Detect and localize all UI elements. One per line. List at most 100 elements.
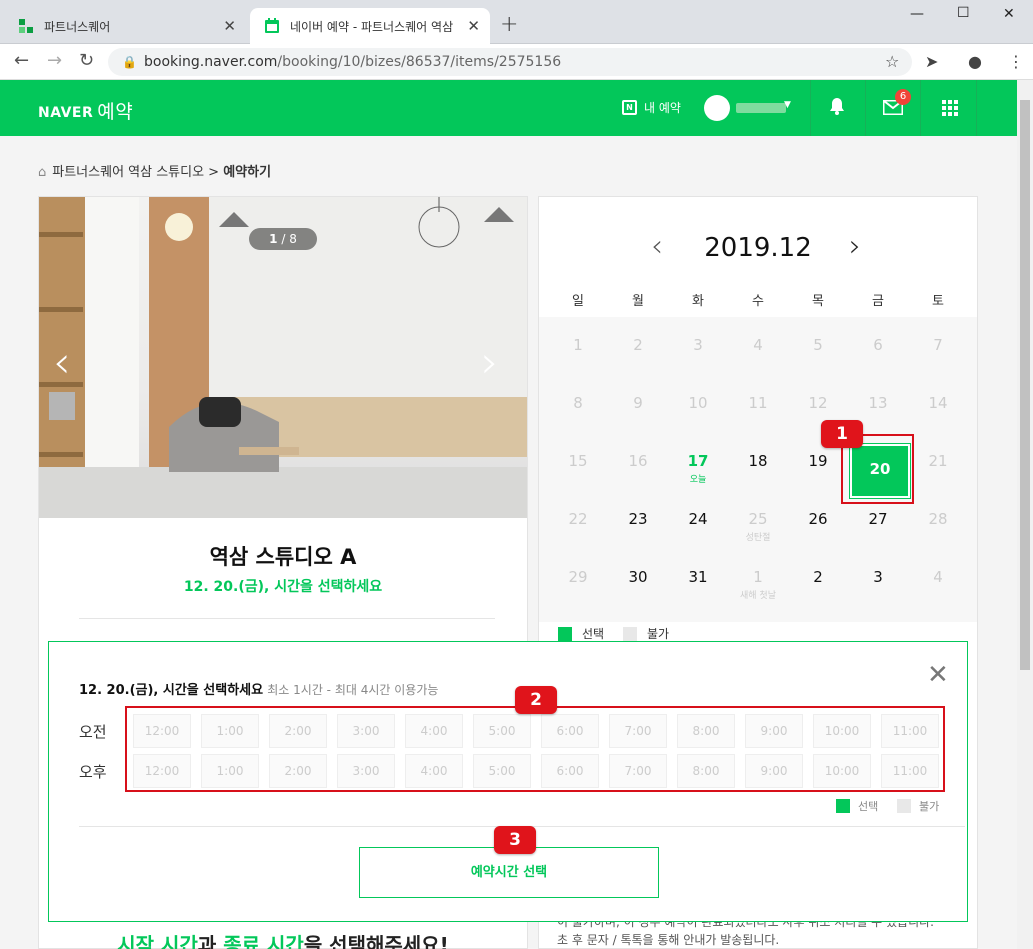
calendar-day[interactable]: 17 오늘 xyxy=(668,452,728,485)
calendar-day: 1 xyxy=(548,336,608,354)
legend-unavailable: 불가 xyxy=(623,625,669,642)
partnersquare-favicon-icon xyxy=(18,18,34,34)
day-number: 8 xyxy=(573,394,583,412)
calendar-day: 4 xyxy=(908,568,968,586)
calendar-day: 15 xyxy=(548,452,608,470)
lock-icon: 🔒 xyxy=(122,55,137,69)
legend-unavailable: 불가 xyxy=(897,798,939,814)
studio-selected-date: 12. 20.(금), 시간을 선택하세요 xyxy=(183,579,383,595)
bookmark-star-icon[interactable]: ☆ xyxy=(885,52,899,71)
back-icon[interactable]: ← xyxy=(14,50,29,71)
legend-label: 불가 xyxy=(919,800,940,813)
day-number: 9 xyxy=(633,394,643,412)
day-number: 25 xyxy=(748,510,768,528)
scrollbar[interactable] xyxy=(1017,80,1033,949)
minimize-window-icon[interactable]: — xyxy=(910,6,924,22)
day-caption: 오늘 xyxy=(689,475,707,485)
calendar-day[interactable]: 24 xyxy=(668,510,728,528)
user-name-blurred[interactable] xyxy=(736,103,786,113)
browser-tab-partnersquare[interactable]: 파트너스퀘어 ✕ xyxy=(4,8,246,44)
forward-icon[interactable]: → xyxy=(47,50,62,71)
popup-title-text: 12. 20.(금), 시간을 선택하세요 xyxy=(79,683,264,698)
day-number: 27 xyxy=(868,510,888,528)
tab-title: 파트너스퀘어 xyxy=(44,19,111,34)
chevron-down-icon[interactable]: ▼ xyxy=(784,100,791,110)
calendar-day: 3 xyxy=(668,336,728,354)
reload-icon[interactable]: ↻ xyxy=(79,50,94,71)
avatar[interactable] xyxy=(704,95,730,121)
day-number: 13 xyxy=(868,394,888,412)
calendar-day[interactable]: 27 xyxy=(848,510,908,528)
bell-icon[interactable] xyxy=(829,97,845,120)
profile-icon[interactable]: ● xyxy=(968,52,982,71)
mail-count-badge: 6 xyxy=(895,89,911,105)
naver-booking-logo[interactable]: NAVER 예약 xyxy=(38,96,133,123)
day-number: 18 xyxy=(748,452,768,470)
day-number: 28 xyxy=(928,510,948,528)
calendar-day: 16 xyxy=(608,452,668,470)
gallery-current: 1 xyxy=(269,232,278,246)
calendar-day[interactable]: 23 xyxy=(608,510,668,528)
address-bar[interactable]: 🔒 booking.naver.com/booking/10/bizes/865… xyxy=(108,48,912,76)
divider xyxy=(79,618,495,619)
annotation-box-slots xyxy=(125,706,945,792)
calendar-day[interactable]: 18 xyxy=(728,452,788,470)
calendar-day: 8 xyxy=(548,394,608,412)
day-number: 19 xyxy=(808,452,828,470)
day-number: 7 xyxy=(933,336,943,354)
calendar-day: 9 xyxy=(608,394,668,412)
weekday-label: 토 xyxy=(932,294,944,309)
weekday-label: 일 xyxy=(572,294,584,309)
day-number: 16 xyxy=(628,452,648,470)
calendar-day: 21 xyxy=(908,452,968,470)
select-time-button[interactable]: 예약시간 선택 xyxy=(359,847,659,898)
calendar-day: 14 xyxy=(908,394,968,412)
maximize-window-icon[interactable]: ☐ xyxy=(957,5,970,21)
new-tab-button[interactable]: + xyxy=(500,12,518,37)
calendar-day[interactable]: 30 xyxy=(608,568,668,586)
calendar-day[interactable]: 2 xyxy=(788,568,848,586)
day-number: 2 xyxy=(813,568,823,586)
extension-icon[interactable]: ➤ xyxy=(925,52,938,71)
calendar-day: 4 xyxy=(728,336,788,354)
close-icon[interactable]: ✕ xyxy=(927,660,949,690)
gallery-total: 8 xyxy=(289,232,297,246)
close-window-icon[interactable]: ✕ xyxy=(1003,6,1015,22)
day-number: 31 xyxy=(688,568,708,586)
next-month-icon[interactable]: › xyxy=(849,229,861,264)
weekday-label: 목 xyxy=(812,294,824,309)
gallery-next-icon[interactable]: › xyxy=(481,337,499,388)
studio-photo[interactable]: 1 / 8 ‹ › xyxy=(39,197,527,518)
calendar-day[interactable]: 19 xyxy=(788,452,848,470)
pm-label: 오후 xyxy=(79,763,107,781)
calendar-day: 12 xyxy=(788,394,848,412)
day-number: 12 xyxy=(808,394,828,412)
calendar-day[interactable]: 3 xyxy=(848,568,908,586)
day-number: 26 xyxy=(808,510,828,528)
breadcrumb-parent[interactable]: 파트너스퀘어 역삼 스튜디오 > xyxy=(52,165,219,180)
header-divider xyxy=(865,80,866,136)
apps-grid-icon[interactable] xyxy=(942,100,958,116)
calendar-day[interactable]: 26 xyxy=(788,510,848,528)
calendar-day[interactable]: 31 xyxy=(668,568,728,586)
calendar-day: 10 xyxy=(668,394,728,412)
browser-tab-naver-booking[interactable]: 네이버 예약 - 파트너스퀘어 역삼 ✕ xyxy=(250,8,490,44)
legend-selected: 선택 xyxy=(558,625,604,642)
weekday-label: 수 xyxy=(752,294,764,309)
day-number: 4 xyxy=(933,568,943,586)
menu-kebab-icon[interactable]: ⋮ xyxy=(1008,52,1024,71)
calendar-day: 25 성탄절 xyxy=(728,510,788,543)
unavailable-swatch xyxy=(897,799,911,813)
annotation-marker: 1 xyxy=(821,420,863,448)
calendar-day: 28 xyxy=(908,510,968,528)
scrollbar-thumb[interactable] xyxy=(1020,100,1030,670)
my-reservation-link[interactable]: N 내 예약 xyxy=(622,99,681,116)
annotation-marker: 2 xyxy=(515,686,557,714)
annotation-marker: 3 xyxy=(494,826,536,854)
day-number: 23 xyxy=(628,510,648,528)
home-icon[interactable]: ⌂ xyxy=(38,165,46,180)
close-tab-icon[interactable]: ✕ xyxy=(223,17,236,35)
day-number: 2 xyxy=(633,336,643,354)
gallery-prev-icon[interactable]: ‹ xyxy=(53,337,71,388)
close-tab-icon[interactable]: ✕ xyxy=(467,17,480,35)
